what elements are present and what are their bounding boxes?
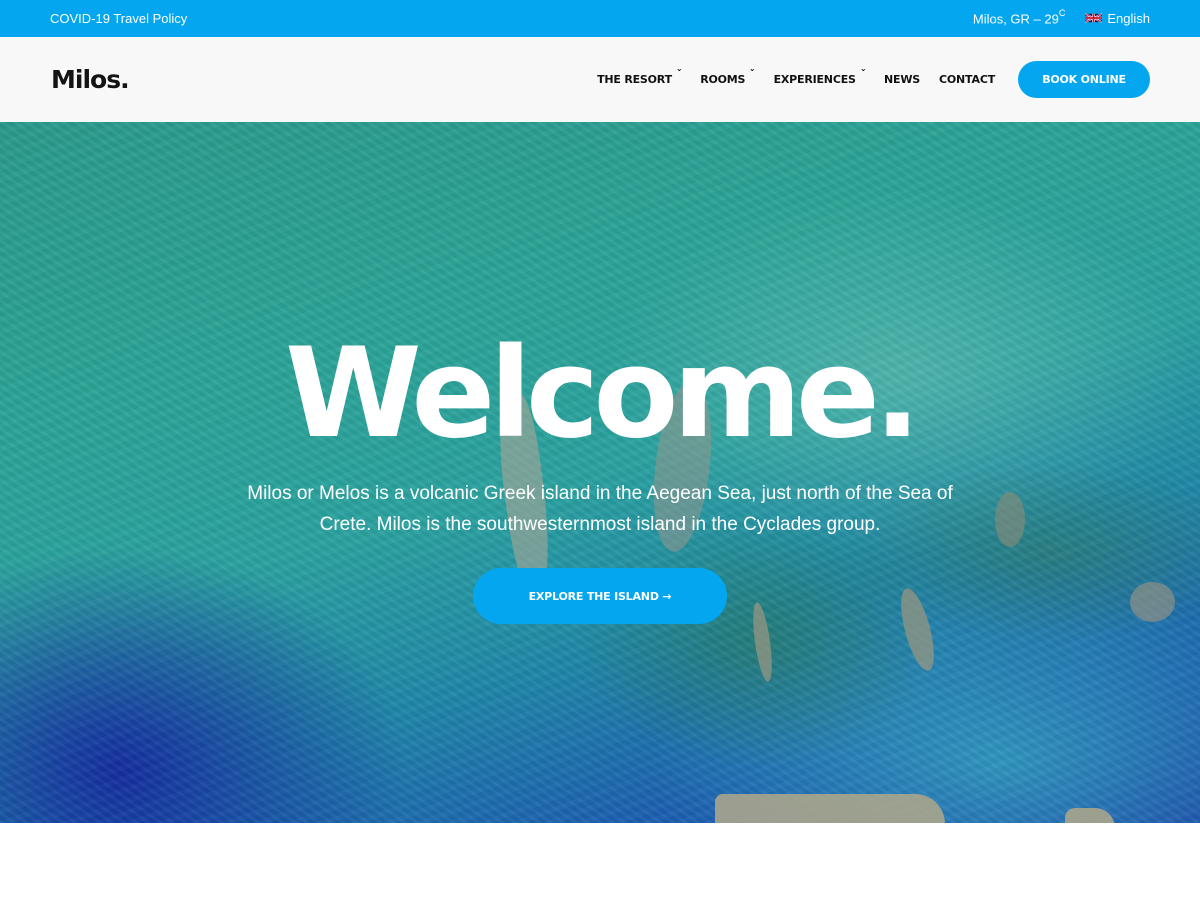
nav-item-contact[interactable]: CONTACT [939,73,995,86]
weather-readout: Milos, GR – 29C [972,8,1066,27]
uk-flag-icon [1085,13,1103,24]
nav-item-label: EXPERIENCES [773,73,856,86]
nav-item-rooms[interactable]: ROOMS ˅ [700,69,755,86]
hero-description: Milos or Melos is a volcanic Greek islan… [247,483,953,535]
book-online-button[interactable]: BOOK ONLINE [1018,61,1150,98]
top-bar: COVID-19 Travel Policy Milos, GR – 29C E… [0,0,1200,37]
hero-section: Welcome. Milos or Melos is a volcanic Gr… [0,122,1200,823]
island-shape [995,492,1025,547]
site-header: Milos. THE RESORT ˅ ROOMS ˅ EXPERIENCES … [0,37,1200,122]
language-selector[interactable]: English [1085,11,1150,26]
island-shape [715,794,945,823]
language-label: English [1107,10,1150,26]
nav-item-experiences[interactable]: EXPERIENCES ˅ [773,69,866,86]
nav-item-label: NEWS [884,73,921,86]
nav-item-the-resort[interactable]: THE RESORT ˅ [597,69,682,86]
content-area [0,823,1200,900]
main-nav: THE RESORT ˅ ROOMS ˅ EXPERIENCES ˅ NEWS … [578,61,1150,98]
nav-item-news[interactable]: NEWS [884,73,920,86]
island-shape [1130,582,1175,622]
hero-title: Welcome. [284,322,921,466]
nav-item-label: CONTACT [939,73,995,86]
nav-item-label: ROOMS [700,73,746,86]
chevron-down-icon: ˅ [676,69,682,79]
covid-policy-link[interactable]: COVID-19 Travel Policy [50,11,187,26]
site-logo[interactable]: Milos. [51,65,130,94]
weather-location: Milos, GR – 29 [972,11,1059,27]
hero-background-image [0,122,1200,823]
explore-island-button[interactable]: EXPLORE THE ISLAND → [473,568,727,624]
topbar-right: Milos, GR – 29C English [972,8,1150,27]
nav-item-label: THE RESORT [597,73,672,86]
chevron-down-icon: ˅ [749,69,756,79]
chevron-down-icon: ˅ [860,69,866,79]
weather-unit: C [1058,8,1066,19]
